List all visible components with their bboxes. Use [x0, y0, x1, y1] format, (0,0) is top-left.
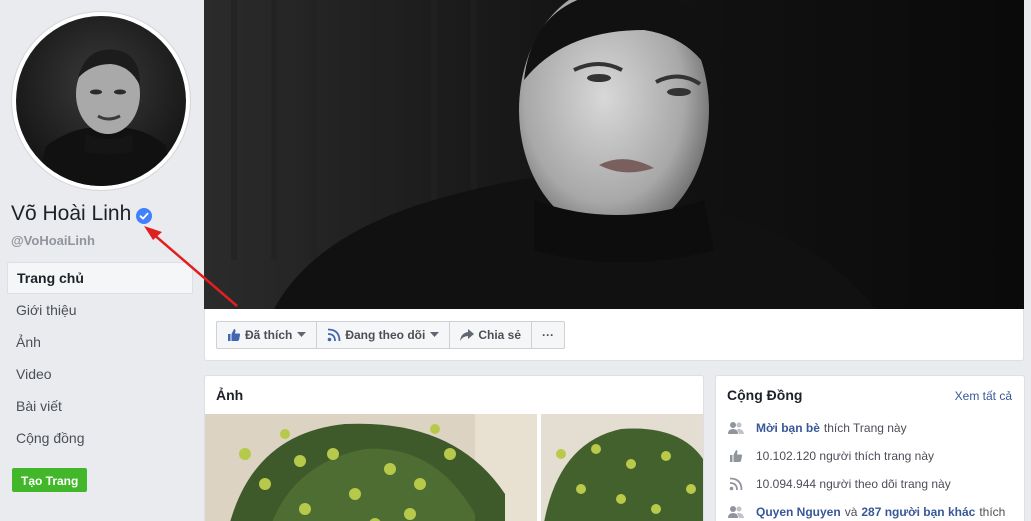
page-title: Võ Hoài Linh — [11, 202, 153, 226]
share-button[interactable]: Chia sẻ — [450, 322, 533, 348]
cover-photo[interactable] — [204, 0, 1024, 309]
avatar — [16, 16, 186, 186]
page-username: @VoHoaiLinh — [11, 233, 95, 248]
nav-item-videos[interactable]: Video — [7, 358, 193, 390]
nav-item-photos[interactable]: Ảnh — [7, 326, 193, 358]
community-card: Cộng Đồng Xem tất cả Mời bạn bè thích Tr… — [715, 375, 1025, 521]
profile-picture[interactable] — [12, 12, 190, 190]
invite-friends-link[interactable]: Mời bạn bè — [756, 421, 820, 435]
action-button-group: Đã thích Đang theo dõi Chia sẻ ··· — [216, 321, 566, 349]
left-sidebar: Võ Hoài Linh @VoHoaiLinh Trang chủ Giới … — [0, 0, 203, 521]
following-label: Đang theo dõi — [345, 328, 426, 342]
friends-like-row: Quyen Nguyen và 287 người bạn khác thích — [728, 504, 1005, 520]
photos-card: Ảnh — [204, 375, 704, 521]
invite-friends-text: thích Trang này — [823, 421, 907, 435]
friend-and-text: và — [844, 505, 858, 519]
thumbs-up-icon — [728, 448, 744, 464]
likes-count: 10.102.120 người thích trang này — [756, 449, 935, 463]
invite-friends-row: Mời bạn bè thích Trang này — [728, 420, 907, 436]
friend-name-link[interactable]: Quyen Nguyen — [756, 505, 841, 519]
create-page-button[interactable]: Tạo Trang — [12, 468, 88, 492]
photo-thumbnail[interactable] — [541, 414, 703, 521]
thumbs-up-icon — [227, 328, 241, 342]
liked-label: Đã thích — [245, 328, 293, 342]
verified-badge-icon — [136, 206, 153, 224]
follows-count: 10.094.944 người theo dõi trang này — [756, 477, 951, 491]
photos-title: Ảnh — [216, 387, 244, 403]
page-action-bar: Đã thích Đang theo dõi Chia sẻ ··· — [204, 309, 1024, 361]
friend-count-link[interactable]: 287 người bạn khác — [861, 505, 975, 519]
likes-row: 10.102.120 người thích trang này — [728, 448, 934, 464]
page-name-text: Võ Hoài Linh — [11, 202, 132, 225]
rss-icon — [728, 476, 744, 492]
liked-button[interactable]: Đã thích — [217, 322, 318, 348]
share-arrow-icon — [460, 329, 475, 341]
more-options-button[interactable]: ··· — [532, 322, 564, 348]
rss-icon — [327, 328, 341, 342]
chevron-down-icon — [430, 332, 440, 338]
people-icon — [728, 420, 744, 436]
nav-item-home[interactable]: Trang chủ — [7, 262, 193, 294]
chevron-down-icon — [297, 332, 307, 338]
more-icon: ··· — [542, 328, 555, 342]
nav-item-about[interactable]: Giới thiệu — [7, 294, 193, 326]
people-icon — [728, 504, 744, 520]
photo-thumbnail[interactable] — [205, 414, 537, 521]
share-label: Chia sẻ — [478, 328, 522, 342]
page-nav: Trang chủ Giới thiệu Ảnh Video Bài viết … — [7, 262, 193, 454]
nav-item-posts[interactable]: Bài viết — [7, 390, 193, 422]
friend-like-text: thích — [979, 505, 1006, 519]
nav-item-community[interactable]: Cộng đồng — [7, 422, 193, 454]
see-all-link[interactable]: Xem tất cả — [955, 389, 1012, 403]
follows-row: 10.094.944 người theo dõi trang này — [728, 476, 951, 492]
following-button[interactable]: Đang theo dõi — [317, 322, 451, 348]
